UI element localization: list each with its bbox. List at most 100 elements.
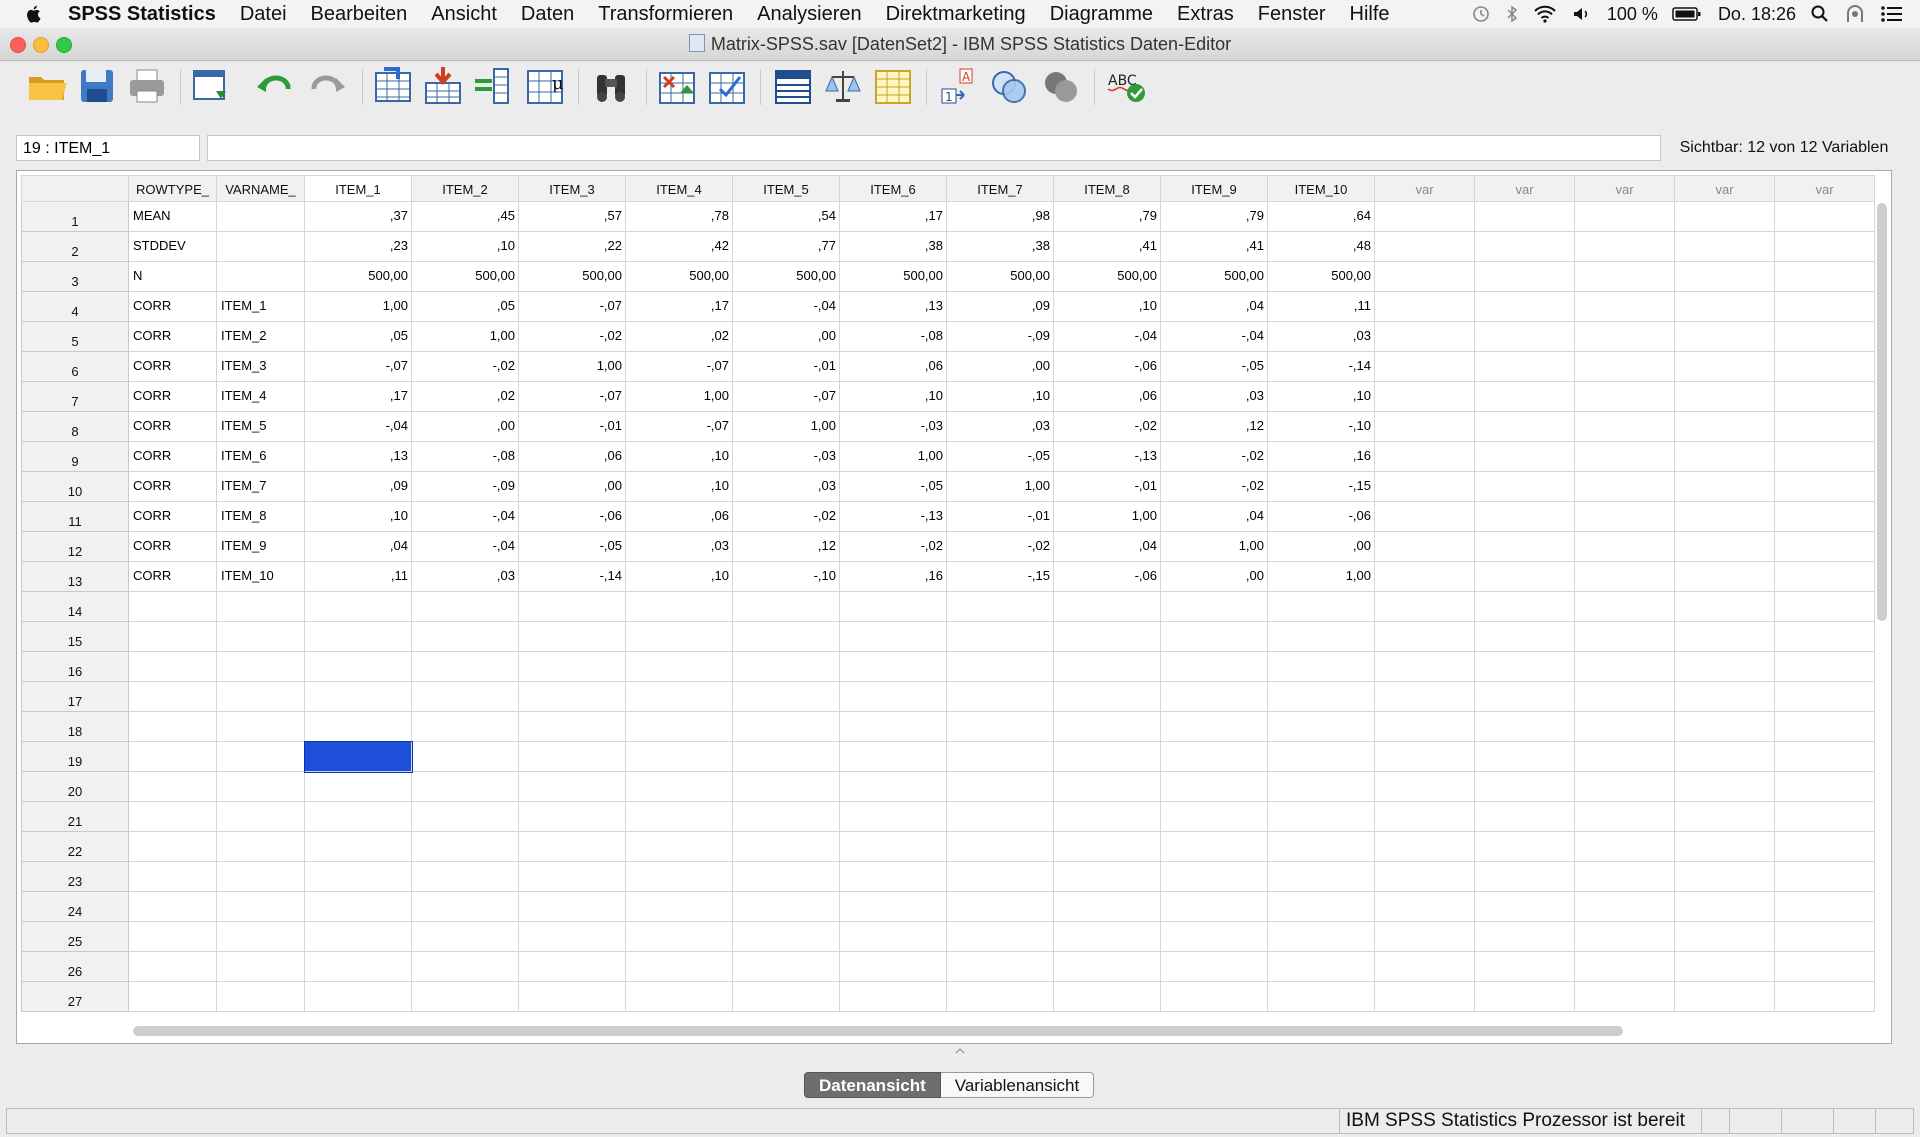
data-cell[interactable] [1160,861,1268,892]
data-cell[interactable] [1374,501,1475,532]
data-cell[interactable]: 500,00 [946,261,1054,292]
data-cell[interactable] [1574,771,1675,802]
data-cell[interactable]: ,79 [1160,201,1268,232]
save-icon[interactable] [76,65,118,107]
data-cell[interactable]: ,78 [625,201,733,232]
data-cell[interactable] [625,591,733,622]
data-cell[interactable] [1374,381,1475,412]
data-cell[interactable] [411,591,519,622]
row-number[interactable]: 4 [21,291,129,322]
data-cell[interactable]: ,13 [839,291,947,322]
data-cell[interactable] [1574,231,1675,262]
data-cell[interactable] [1674,951,1775,982]
data-cell[interactable] [1774,531,1875,562]
data-cell[interactable] [1374,561,1475,592]
data-cell[interactable] [1374,411,1475,442]
data-cell[interactable]: 1,00 [518,351,626,382]
menu-fenster[interactable]: Fenster [1258,3,1326,26]
data-cell[interactable] [216,921,305,952]
column-header-item-4[interactable]: ITEM_4 [625,175,733,202]
data-cell[interactable] [1574,801,1675,832]
data-cell[interactable] [1674,291,1775,322]
data-cell[interactable] [625,681,733,712]
data-cell[interactable] [1774,321,1875,352]
data-cell[interactable] [1674,741,1775,772]
data-cell[interactable]: ,57 [518,201,626,232]
clock[interactable]: Do. 18:26 [1718,4,1796,25]
data-cell[interactable] [1160,771,1268,802]
data-cell[interactable] [1474,951,1575,982]
data-cell[interactable] [1774,381,1875,412]
data-cell[interactable] [216,711,305,742]
data-cell[interactable]: ,10 [411,231,519,262]
row-number[interactable]: 26 [21,951,129,982]
data-cell[interactable]: 500,00 [1160,261,1268,292]
data-cell[interactable] [1674,411,1775,442]
data-cell[interactable] [1574,411,1675,442]
data-cell[interactable]: -,14 [1267,351,1375,382]
data-cell[interactable]: ,00 [946,351,1054,382]
row-number[interactable]: 1 [21,201,129,232]
data-cell[interactable] [1374,771,1475,802]
data-cell[interactable]: ,03 [946,411,1054,442]
data-cell[interactable] [1774,261,1875,292]
data-cell[interactable] [1574,201,1675,232]
data-cell[interactable] [411,711,519,742]
data-cell[interactable] [1774,891,1875,922]
data-cell[interactable] [1674,381,1775,412]
data-cell[interactable] [1674,471,1775,502]
data-cell[interactable] [1674,231,1775,262]
data-cell[interactable]: ,41 [1160,231,1268,262]
data-cell[interactable] [1160,741,1268,772]
data-cell[interactable]: ,22 [518,231,626,262]
data-cell[interactable] [216,771,305,802]
data-cell[interactable] [1474,531,1575,562]
data-cell[interactable] [1053,981,1161,1012]
data-cell[interactable]: -,04 [304,411,412,442]
data-cell[interactable]: -,05 [518,531,626,562]
data-cell[interactable] [625,771,733,802]
data-cell[interactable] [1374,201,1475,232]
notification-center-icon[interactable] [1880,4,1904,24]
data-cell[interactable]: ,03 [1267,321,1375,352]
data-cell[interactable] [304,801,412,832]
data-cell[interactable] [1674,921,1775,952]
split-file-icon[interactable] [772,65,814,107]
data-cell[interactable]: ,10 [625,561,733,592]
data-cell[interactable]: 1,00 [1053,501,1161,532]
data-cell[interactable]: ,17 [625,291,733,322]
column-header-item-10[interactable]: ITEM_10 [1267,175,1375,202]
data-cell[interactable] [1574,321,1675,352]
data-cell[interactable] [1774,441,1875,472]
data-cell[interactable]: -,01 [732,351,840,382]
vertical-scrollbar[interactable] [1877,203,1887,621]
data-cell[interactable] [839,771,947,802]
data-cell[interactable]: 500,00 [732,261,840,292]
data-cell[interactable]: ,37 [304,201,412,232]
data-cell[interactable] [304,621,412,652]
data-cell[interactable]: -,03 [839,411,947,442]
data-cell[interactable]: -,06 [1267,501,1375,532]
data-cell[interactable]: -,06 [1053,351,1161,382]
data-cell[interactable] [304,681,412,712]
data-cell[interactable] [128,801,217,832]
data-cell[interactable] [1674,321,1775,352]
data-cell[interactable] [946,681,1054,712]
data-cell[interactable] [946,651,1054,682]
data-cell[interactable]: 1,00 [1160,531,1268,562]
data-cell[interactable] [1267,591,1375,622]
data-cell[interactable] [1474,921,1575,952]
data-cell[interactable] [216,231,305,262]
data-cell[interactable] [1374,351,1475,382]
data-cell[interactable] [411,621,519,652]
data-cell[interactable]: -,02 [518,321,626,352]
data-cell[interactable] [732,921,840,952]
data-cell[interactable] [1474,681,1575,712]
data-cell[interactable] [128,621,217,652]
window-titlebar[interactable]: Matrix-SPSS.sav [DatenSet2] - IBM SPSS S… [0,28,1920,61]
goto-variable-icon[interactable] [422,65,464,107]
data-cell[interactable]: ,11 [1267,291,1375,322]
data-cell[interactable] [1053,861,1161,892]
data-cell[interactable] [839,621,947,652]
data-cell[interactable] [128,831,217,862]
